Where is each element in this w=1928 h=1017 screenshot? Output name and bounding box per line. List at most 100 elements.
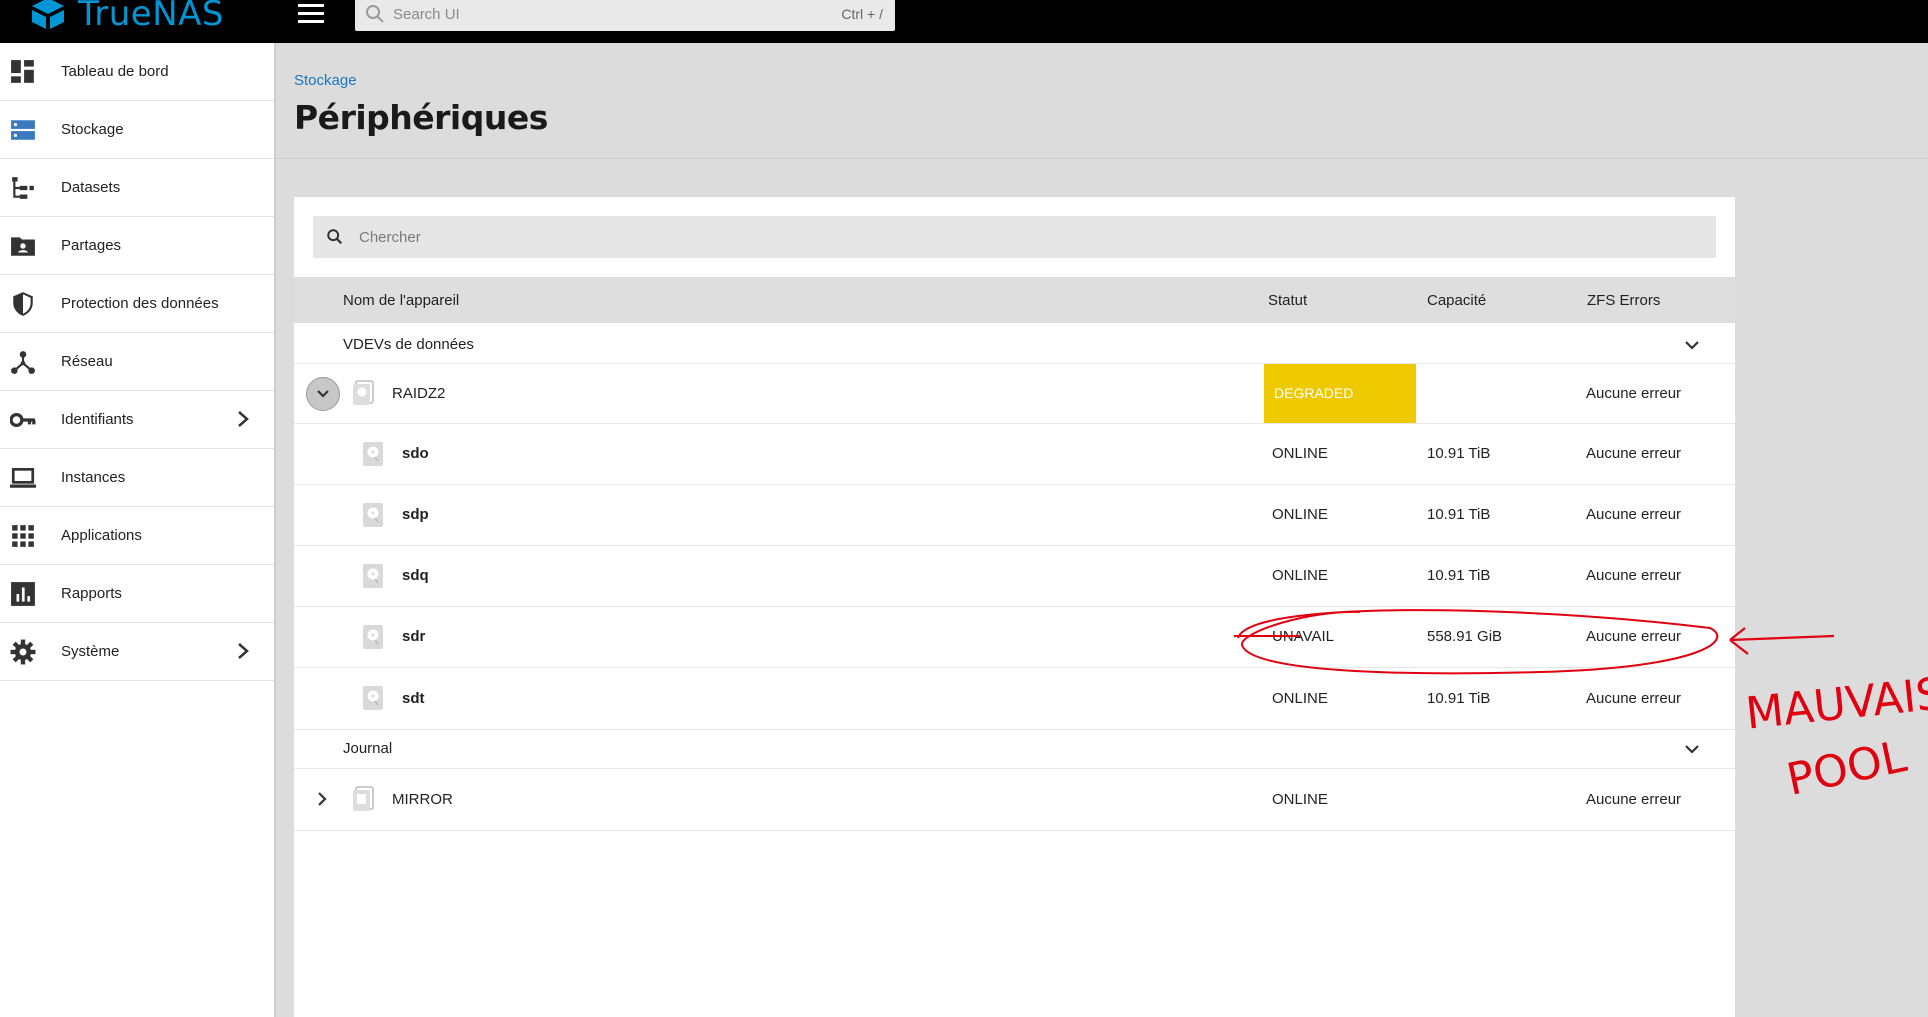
vdev-row-raidz2[interactable]: RAIDZ2 DEGRADED Aucune erreur bbox=[294, 364, 1735, 424]
sidebar-item-label: Réseau bbox=[61, 353, 113, 370]
disk-row[interactable]: sdo ONLINE 10.91 TiB Aucune erreur bbox=[294, 424, 1735, 485]
zfs-errors: Aucune erreur bbox=[1586, 690, 1682, 707]
device-capacity: 10.91 TiB bbox=[1427, 690, 1491, 707]
column-header-status: Statut bbox=[1268, 292, 1308, 309]
disk-row[interactable]: sdr UNAVAIL 558.91 GiB Aucune erreur bbox=[294, 607, 1735, 668]
datasets-icon bbox=[12, 177, 34, 199]
zfs-errors: Aucune erreur bbox=[1586, 628, 1682, 645]
shield-icon bbox=[13, 292, 33, 316]
device-status: ONLINE bbox=[1272, 690, 1328, 707]
storage-icon bbox=[11, 120, 35, 140]
sidebar-item-credentials[interactable]: Identifiants bbox=[0, 391, 274, 449]
sidebar-item-label: Applications bbox=[61, 527, 142, 544]
sidebar-item-dashboard[interactable]: Tableau de bord bbox=[0, 43, 274, 101]
section-label: Journal bbox=[343, 740, 393, 757]
app-name: TrueNAS bbox=[78, 0, 224, 34]
sidebar-item-label: Rapports bbox=[61, 585, 122, 602]
sidebar-item-storage[interactable]: Stockage bbox=[0, 101, 274, 159]
device-name: MIRROR bbox=[392, 791, 453, 808]
device-name: sdp bbox=[402, 506, 429, 523]
column-header-zfs-errors: ZFS Errors bbox=[1587, 292, 1661, 309]
truenas-logo-icon bbox=[32, 0, 64, 29]
chevron-right-icon[interactable] bbox=[316, 791, 328, 807]
chevron-down-icon bbox=[317, 390, 329, 398]
sidebar-item-label: Stockage bbox=[61, 121, 124, 138]
sidebar-item-reports[interactable]: Rapports bbox=[0, 565, 274, 623]
section-row-journal[interactable]: Journal bbox=[294, 730, 1735, 769]
sidebar-item-label: Système bbox=[61, 643, 120, 660]
device-capacity: 10.91 TiB bbox=[1427, 567, 1491, 584]
sidebar-item-instances[interactable]: Instances bbox=[0, 449, 274, 507]
device-capacity: 10.91 TiB bbox=[1427, 445, 1491, 462]
breadcrumb[interactable]: Stockage bbox=[294, 72, 357, 89]
disk-row[interactable]: sdp ONLINE 10.91 TiB Aucune erreur bbox=[294, 485, 1735, 546]
device-capacity: 558.91 GiB bbox=[1427, 628, 1503, 645]
section-row-data-vdevs[interactable]: VDEVs de données bbox=[294, 327, 1735, 364]
search-icon bbox=[327, 229, 343, 245]
sidebar-item-label: Datasets bbox=[61, 179, 121, 196]
collapse-button[interactable] bbox=[306, 377, 340, 411]
column-header-capacity: Capacité bbox=[1427, 292, 1487, 309]
table-search-input[interactable]: Chercher bbox=[313, 216, 1716, 258]
device-name: sdr bbox=[402, 628, 426, 645]
laptop-icon bbox=[10, 467, 36, 488]
vdev-row-mirror[interactable]: MIRROR ONLINE Aucune erreur bbox=[294, 769, 1735, 831]
truenas-logo[interactable]: TrueNAS bbox=[28, 0, 224, 34]
global-search-input[interactable]: Search UI Ctrl + / bbox=[355, 0, 895, 31]
dashboard-icon bbox=[11, 60, 34, 83]
status-text: DEGRADED bbox=[1274, 385, 1354, 401]
hard-disk-icon bbox=[363, 503, 383, 527]
sidebar-item-label: Partages bbox=[61, 237, 122, 254]
search-placeholder: Search UI bbox=[393, 6, 460, 23]
annotation-line-1: MAUVAIS bbox=[1743, 668, 1928, 739]
sidebar-item-network[interactable]: Réseau bbox=[0, 333, 274, 391]
hard-disk-icon bbox=[363, 686, 383, 710]
chevron-right-icon bbox=[238, 411, 249, 427]
devices-panel: Chercher Nom de l'appareil Statut Capaci… bbox=[294, 197, 1735, 1017]
device-status: ONLINE bbox=[1272, 791, 1328, 808]
device-status: ONLINE bbox=[1272, 506, 1328, 523]
device-capacity: 10.91 TiB bbox=[1427, 506, 1491, 523]
device-name: RAIDZ2 bbox=[392, 385, 446, 402]
status-badge: DEGRADED bbox=[1264, 364, 1416, 423]
sidebar-item-label: Protection des données bbox=[61, 295, 219, 312]
annotation-line-2: POOL bbox=[1782, 731, 1911, 806]
section-label: VDEVs de données bbox=[343, 336, 474, 353]
hard-disk-icon bbox=[363, 564, 383, 588]
shares-icon bbox=[11, 237, 35, 256]
sidebar-item-datasets[interactable]: Datasets bbox=[0, 159, 274, 217]
search-placeholder: Chercher bbox=[359, 229, 421, 246]
header-divider bbox=[276, 158, 1928, 159]
device-name: sdq bbox=[402, 567, 429, 584]
disk-row[interactable]: sdt ONLINE 10.91 TiB Aucune erreur bbox=[294, 668, 1735, 730]
device-status: ONLINE bbox=[1272, 567, 1328, 584]
device-name: sdo bbox=[402, 445, 429, 462]
hard-disk-icon bbox=[363, 442, 383, 466]
page-title: Périphériques bbox=[294, 98, 548, 137]
vdev-icon bbox=[353, 786, 374, 811]
zfs-errors: Aucune erreur bbox=[1586, 506, 1682, 523]
sidebar-item-data-protection[interactable]: Protection des données bbox=[0, 275, 274, 333]
column-header-name: Nom de l'appareil bbox=[343, 292, 460, 309]
reports-icon bbox=[11, 582, 35, 606]
device-name: sdt bbox=[402, 690, 425, 707]
sidebar-item-shares[interactable]: Partages bbox=[0, 217, 274, 275]
zfs-errors: Aucune erreur bbox=[1586, 791, 1682, 808]
table-header: Nom de l'appareil Statut Capacité ZFS Er… bbox=[294, 277, 1735, 323]
sidebar-item-label: Tableau de bord bbox=[61, 63, 169, 80]
sidebar-item-system[interactable]: Système bbox=[0, 623, 274, 681]
sidebar: Tableau de bord Stockage Datasets Partag… bbox=[0, 43, 276, 1017]
top-bar: TrueNAS Search UI Ctrl + / bbox=[0, 0, 1928, 43]
menu-toggle-button[interactable] bbox=[298, 4, 324, 26]
chevron-down-icon[interactable] bbox=[1684, 743, 1700, 755]
sidebar-item-label: Identifiants bbox=[61, 411, 134, 428]
chevron-down-icon[interactable] bbox=[1684, 339, 1700, 351]
chevron-right-icon bbox=[238, 643, 249, 659]
zfs-errors: Aucune erreur bbox=[1586, 567, 1682, 584]
sidebar-item-applications[interactable]: Applications bbox=[0, 507, 274, 565]
hard-disk-icon bbox=[363, 625, 383, 649]
disk-row[interactable]: sdq ONLINE 10.91 TiB Aucune erreur bbox=[294, 546, 1735, 607]
device-status: ONLINE bbox=[1272, 445, 1328, 462]
vdev-icon bbox=[353, 380, 374, 405]
device-status: UNAVAIL bbox=[1272, 628, 1334, 645]
